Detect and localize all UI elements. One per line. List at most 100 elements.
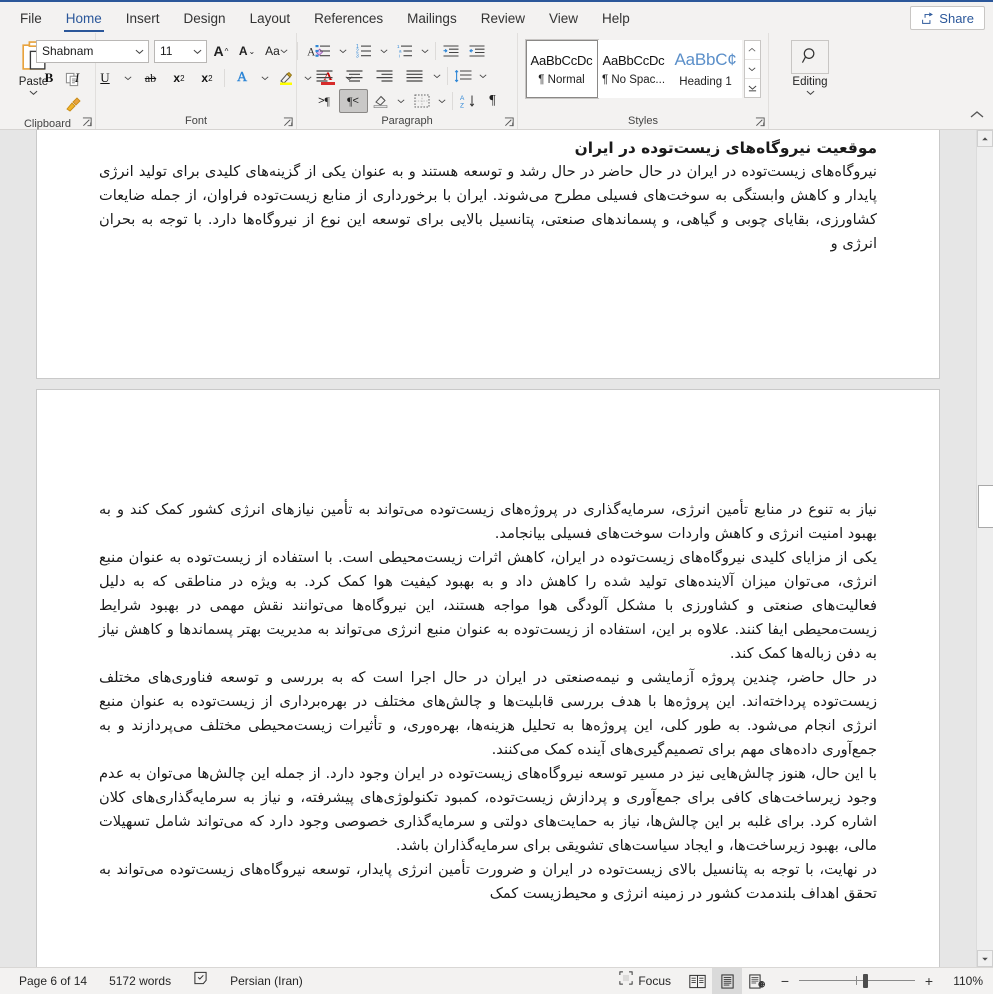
subscript-button[interactable]: x2 — [166, 66, 192, 90]
decrease-indent-button[interactable] — [438, 39, 464, 63]
align-left-button[interactable] — [310, 64, 340, 88]
page-1-content[interactable]: موقعیت نیروگاه‌های زیست‌توده در ایران نی… — [37, 130, 939, 256]
word-count[interactable]: 5172 words — [98, 968, 182, 994]
multilevel-list-button[interactable]: 1 a i — [392, 39, 418, 63]
document-canvas[interactable]: موقعیت نیروگاه‌های زیست‌توده در ایران نی… — [0, 130, 993, 967]
style-no-spacing-preview: AaBbCcDc — [602, 52, 665, 68]
tab-mailings[interactable]: Mailings — [395, 4, 469, 33]
share-button[interactable]: Share — [910, 6, 985, 30]
vertical-scrollbar[interactable] — [976, 130, 993, 967]
focus-mode-button[interactable]: Focus — [608, 968, 682, 994]
underline-button[interactable]: U — [92, 66, 118, 90]
svg-text:i: i — [399, 53, 400, 58]
page-break-gap — [37, 378, 939, 390]
tab-design[interactable]: Design — [172, 4, 238, 33]
bullets-button[interactable] — [310, 39, 336, 63]
underline-chevron-down-icon[interactable] — [120, 66, 135, 90]
font-name-combobox[interactable]: Shabnam — [36, 39, 149, 63]
style-normal[interactable]: AaBbCcDc ¶ Normal — [524, 39, 599, 99]
styles-scroll-up-icon[interactable] — [745, 41, 760, 59]
collapse-ribbon-button[interactable] — [969, 109, 985, 125]
ltr-text-direction-button[interactable]: > ¶ — [310, 89, 339, 113]
scrollbar-track[interactable] — [977, 147, 993, 950]
superscript-button[interactable]: x2 — [194, 66, 220, 90]
styles-scroll-down-icon[interactable] — [744, 59, 760, 78]
font-size-combobox[interactable]: 11 — [154, 39, 207, 63]
zoom-slider[interactable] — [799, 973, 915, 989]
tab-help[interactable]: Help — [590, 4, 642, 33]
language-indicator[interactable]: Persian (Iran) — [219, 968, 314, 994]
text-effects-chevron-down-icon[interactable] — [257, 66, 272, 90]
increase-indent-button[interactable] — [464, 39, 490, 63]
tab-view[interactable]: View — [537, 4, 590, 33]
line-spacing-button[interactable] — [450, 64, 476, 88]
italic-button[interactable]: I — [64, 66, 90, 90]
style-heading-1[interactable]: AaBbC¢ Heading 1 — [669, 40, 742, 98]
align-right-button[interactable] — [370, 64, 400, 88]
shading-chevron-down-icon[interactable] — [394, 89, 409, 113]
change-case-button[interactable]: Aa — [261, 39, 293, 63]
subscript-label: x — [173, 71, 181, 85]
shading-button[interactable] — [368, 89, 394, 113]
styles-dialog-launcher[interactable] — [755, 117, 766, 128]
ltr-pilcrow-icon: ¶ — [324, 93, 330, 108]
zoom-control[interactable]: − + 110% — [778, 973, 983, 989]
strikethrough-button[interactable]: ab — [137, 66, 164, 90]
web-layout-button[interactable] — [742, 968, 772, 994]
zoom-slider-knob[interactable] — [863, 974, 868, 988]
numbering-chevron-down-icon[interactable] — [377, 39, 392, 63]
tab-file[interactable]: File — [8, 4, 54, 33]
paragraph-dialog-launcher[interactable] — [504, 117, 515, 128]
page-2-paragraph-3: در حال حاضر، چندین پروژه آزمایشی و نیمه‌… — [99, 669, 877, 758]
justify-button[interactable] — [400, 64, 430, 88]
bold-button[interactable]: B — [36, 66, 62, 90]
svg-text:3: 3 — [356, 53, 359, 58]
show-formatting-marks-button[interactable]: ¶ — [481, 89, 505, 113]
page-2-paragraph-1: نیاز به تنوع در منابع تأمین انرژی، سرمای… — [99, 501, 877, 542]
line-spacing-chevron-down-icon[interactable] — [476, 64, 491, 88]
font-name-chevron-down-icon[interactable] — [133, 47, 146, 56]
zoom-in-button[interactable]: + — [922, 974, 936, 988]
rtl-text-direction-button[interactable]: ¶ < — [338, 89, 368, 113]
scroll-up-button[interactable] — [977, 130, 993, 147]
shrink-font-button[interactable]: A ⌄ — [235, 39, 259, 63]
proofing-status[interactable] — [182, 968, 219, 994]
tab-insert[interactable]: Insert — [114, 4, 172, 33]
style-no-spacing[interactable]: AaBbCcDc ¶ No Spac... — [597, 40, 670, 98]
numbering-button[interactable]: 1 2 3 — [351, 39, 377, 63]
print-layout-button[interactable] — [712, 968, 742, 994]
text-highlight-button[interactable] — [274, 66, 298, 90]
align-center-button[interactable] — [340, 64, 370, 88]
zoom-out-button[interactable]: − — [778, 974, 792, 988]
zoom-level-label[interactable]: 110% — [943, 974, 983, 988]
page-2-content[interactable]: نیاز به تنوع در منابع تأمین انرژی، سرمای… — [37, 390, 939, 906]
document-page-2[interactable]: نیاز به تنوع در منابع تأمین انرژی، سرمای… — [37, 390, 939, 967]
clipboard-dialog-launcher[interactable] — [82, 117, 93, 128]
read-mode-button[interactable] — [682, 968, 712, 994]
sort-button[interactable]: A Z — [455, 89, 481, 113]
borders-button[interactable] — [409, 89, 435, 113]
status-right: Focus − + 110% — [608, 968, 993, 994]
tab-layout[interactable]: Layout — [238, 4, 303, 33]
scroll-down-button[interactable] — [977, 950, 993, 967]
tab-home[interactable]: Home — [54, 4, 114, 33]
change-case-chevron-down-icon[interactable] — [280, 47, 289, 56]
tab-references[interactable]: References — [302, 4, 395, 33]
proofing-icon — [193, 968, 208, 994]
styles-more-icon[interactable] — [744, 78, 760, 97]
font-size-chevron-down-icon[interactable] — [191, 47, 204, 56]
scrollbar-thumb[interactable] — [978, 485, 993, 528]
tab-review[interactable]: Review — [469, 4, 537, 33]
font-dialog-launcher[interactable] — [283, 117, 294, 128]
page-indicator[interactable]: Page 6 of 14 — [8, 968, 98, 994]
multilevel-chevron-down-icon[interactable] — [418, 39, 433, 63]
borders-chevron-down-icon[interactable] — [435, 89, 450, 113]
editing-button[interactable]: Editing — [791, 36, 829, 97]
grow-font-button[interactable]: A ^ — [209, 39, 233, 63]
document-page-1[interactable]: موقعیت نیروگاه‌های زیست‌توده در ایران نی… — [37, 130, 939, 378]
text-effects-button[interactable]: A — [229, 66, 255, 90]
bullets-chevron-down-icon[interactable] — [336, 39, 351, 63]
align-chevron-down-icon[interactable] — [430, 64, 445, 88]
page-2-paragraph-5: در نهایت، با توجه به پتانسیل بالای زیست‌… — [99, 861, 877, 902]
editing-chevron-down-icon[interactable] — [806, 88, 815, 97]
